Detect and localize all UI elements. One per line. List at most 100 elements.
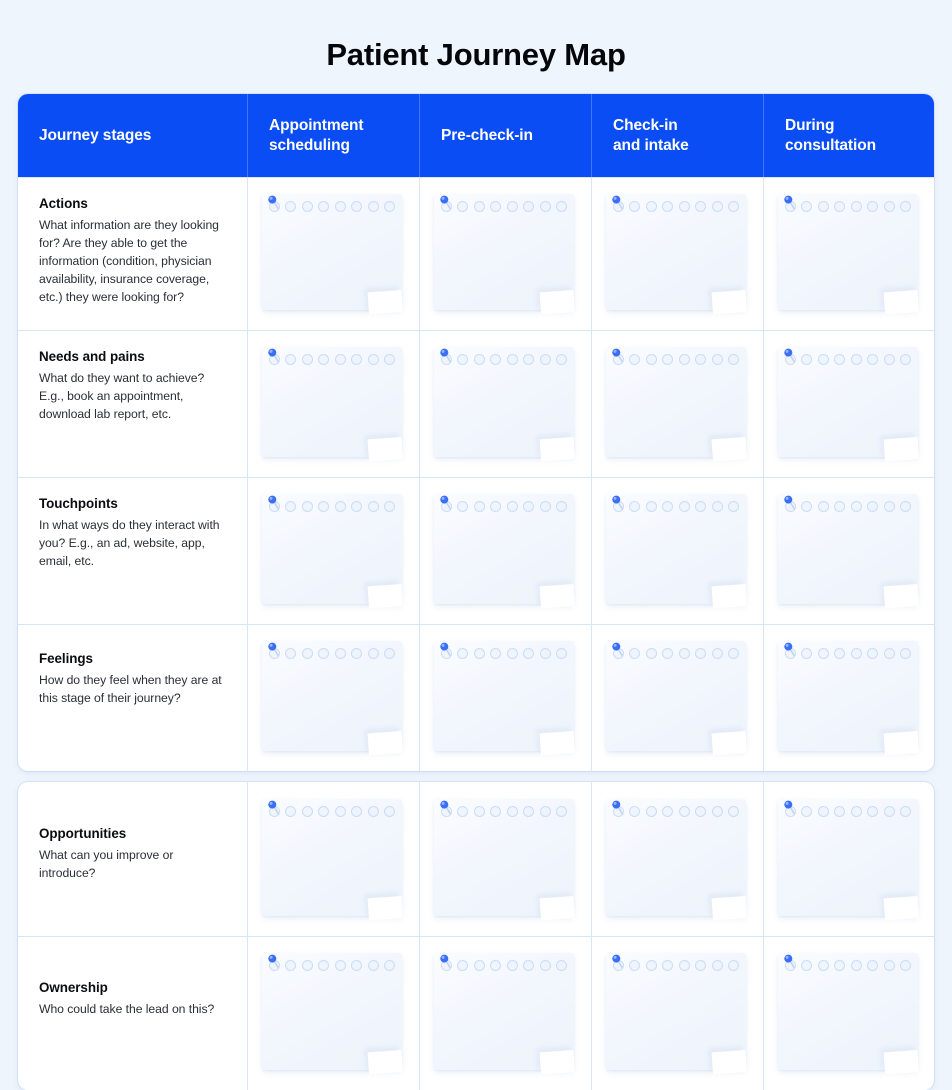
ring-hole-icon xyxy=(629,806,641,818)
ring-hole-icon xyxy=(457,354,469,366)
note-cell-feelings-during-consultation[interactable] xyxy=(764,624,934,771)
sticky-note-placeholder[interactable] xyxy=(778,799,918,917)
sticky-note-placeholder[interactable] xyxy=(778,641,918,752)
column-header-appointment-scheduling[interactable]: Appointment scheduling xyxy=(248,94,420,178)
ring-hole-icon xyxy=(318,960,330,972)
ring-hole-icon xyxy=(301,648,313,660)
ring-hole-icon xyxy=(523,960,535,972)
ring-hole-icon xyxy=(883,960,895,972)
ring-hole-icon xyxy=(318,201,330,213)
sticky-note-placeholder[interactable] xyxy=(778,347,918,458)
ring-hole-icon xyxy=(506,806,518,818)
column-header-during-consultation[interactable]: During consultation xyxy=(764,94,934,177)
sticky-note-placeholder[interactable] xyxy=(606,799,746,917)
sticky-note-placeholder[interactable] xyxy=(262,953,402,1071)
note-cell-ownership-pre-check-in[interactable] xyxy=(420,936,592,1090)
push-pin-icon xyxy=(612,195,623,210)
sticky-note-placeholder[interactable] xyxy=(606,641,746,752)
column-header-pre-check-in[interactable]: Pre-check-in xyxy=(420,94,592,178)
ring-hole-icon xyxy=(850,354,862,366)
sticky-note-placeholder[interactable] xyxy=(262,799,402,917)
note-cell-needs-and-pains-pre-check-in[interactable] xyxy=(420,330,592,478)
ring-hole-icon xyxy=(711,501,723,513)
push-pin-icon xyxy=(440,954,451,969)
column-header-journey-stages[interactable]: Journey stages xyxy=(18,94,248,178)
note-cell-actions-check-in-and-intake[interactable] xyxy=(592,177,764,331)
sticky-note-placeholder[interactable] xyxy=(434,641,574,752)
ring-hole-icon xyxy=(727,201,739,213)
stage-title: Ownership xyxy=(39,980,108,996)
note-cell-feelings-check-in-and-intake[interactable] xyxy=(592,624,764,772)
ring-hole-icon xyxy=(801,201,813,213)
note-cell-opportunities-during-consultation[interactable] xyxy=(764,782,934,936)
note-cell-feelings-pre-check-in[interactable] xyxy=(420,624,592,772)
table-block-secondary: Opportunities What can you improve or in… xyxy=(18,782,934,1090)
note-cell-actions-pre-check-in[interactable] xyxy=(420,177,592,331)
note-cell-touchpoints-appointment-scheduling[interactable] xyxy=(248,477,420,625)
ring-hole-icon xyxy=(645,201,657,213)
ring-hole-icon xyxy=(523,648,535,660)
column-header-label: Pre-check-in xyxy=(441,126,533,144)
note-cell-opportunities-check-in-and-intake[interactable] xyxy=(592,782,764,937)
push-pin-icon xyxy=(612,954,623,969)
sticky-note-placeholder[interactable] xyxy=(262,494,402,605)
ring-hole-icon xyxy=(539,354,551,366)
sticky-note-placeholder[interactable] xyxy=(262,347,402,458)
ring-hole-icon xyxy=(457,806,469,818)
ring-holes xyxy=(438,499,570,514)
sticky-note-placeholder[interactable] xyxy=(606,494,746,605)
column-header-check-in-and-intake[interactable]: Check-in and intake xyxy=(592,94,764,178)
ring-hole-icon xyxy=(351,648,363,660)
sticky-note-placeholder[interactable] xyxy=(262,641,402,752)
ring-hole-icon xyxy=(490,501,502,513)
ring-hole-icon xyxy=(490,806,502,818)
sticky-note-placeholder[interactable] xyxy=(778,953,918,1071)
table-row-feelings: Feelings How do they feel when they are … xyxy=(18,624,934,772)
ring-hole-icon xyxy=(490,960,502,972)
note-cell-needs-and-pains-during-consultation[interactable] xyxy=(764,330,934,477)
note-cell-ownership-appointment-scheduling[interactable] xyxy=(248,936,420,1090)
sticky-note-placeholder[interactable] xyxy=(778,194,918,311)
sticky-note-placeholder[interactable] xyxy=(778,494,918,605)
sticky-note-placeholder[interactable] xyxy=(434,494,574,605)
sticky-note-placeholder[interactable] xyxy=(434,799,574,917)
ring-hole-icon xyxy=(555,201,567,213)
ring-hole-icon xyxy=(834,501,846,513)
push-pin-icon xyxy=(612,495,623,510)
ring-hole-icon xyxy=(383,201,395,213)
note-cell-feelings-appointment-scheduling[interactable] xyxy=(248,624,420,772)
note-cell-needs-and-pains-check-in-and-intake[interactable] xyxy=(592,330,764,478)
note-cell-touchpoints-pre-check-in[interactable] xyxy=(420,477,592,625)
sticky-note-placeholder[interactable] xyxy=(606,194,746,311)
ring-hole-icon xyxy=(883,806,895,818)
ring-hole-icon xyxy=(899,960,911,972)
sticky-note-placeholder[interactable] xyxy=(606,953,746,1071)
journey-map-canvas: Patient Journey Map Journey stages Appoi… xyxy=(0,0,952,1090)
ring-hole-icon xyxy=(883,501,895,513)
note-cell-actions-appointment-scheduling[interactable] xyxy=(248,177,420,331)
note-cell-opportunities-pre-check-in[interactable] xyxy=(420,782,592,937)
sticky-note-placeholder[interactable] xyxy=(434,194,574,311)
ring-hole-icon xyxy=(523,354,535,366)
note-cell-ownership-during-consultation[interactable] xyxy=(764,936,934,1090)
ring-hole-icon xyxy=(555,960,567,972)
note-cell-actions-during-consultation[interactable] xyxy=(764,177,934,330)
sticky-note-placeholder[interactable] xyxy=(262,194,402,311)
sticky-note-placeholder[interactable] xyxy=(434,347,574,458)
note-cell-opportunities-appointment-scheduling[interactable] xyxy=(248,782,420,937)
ring-holes xyxy=(782,499,914,514)
ring-hole-icon xyxy=(523,201,535,213)
note-cell-ownership-check-in-and-intake[interactable] xyxy=(592,936,764,1090)
ring-hole-icon xyxy=(301,201,313,213)
sticky-note-placeholder[interactable] xyxy=(606,347,746,458)
note-cell-touchpoints-during-consultation[interactable] xyxy=(764,477,934,624)
stage-cell-ownership: Ownership Who could take the lead on thi… xyxy=(18,936,248,1090)
ring-hole-icon xyxy=(351,960,363,972)
ring-hole-icon xyxy=(490,648,502,660)
ring-hole-icon xyxy=(678,354,690,366)
sticky-note-placeholder[interactable] xyxy=(434,953,574,1071)
note-cell-needs-and-pains-appointment-scheduling[interactable] xyxy=(248,330,420,478)
ring-hole-icon xyxy=(727,960,739,972)
note-cell-touchpoints-check-in-and-intake[interactable] xyxy=(592,477,764,625)
ring-holes xyxy=(610,958,742,973)
